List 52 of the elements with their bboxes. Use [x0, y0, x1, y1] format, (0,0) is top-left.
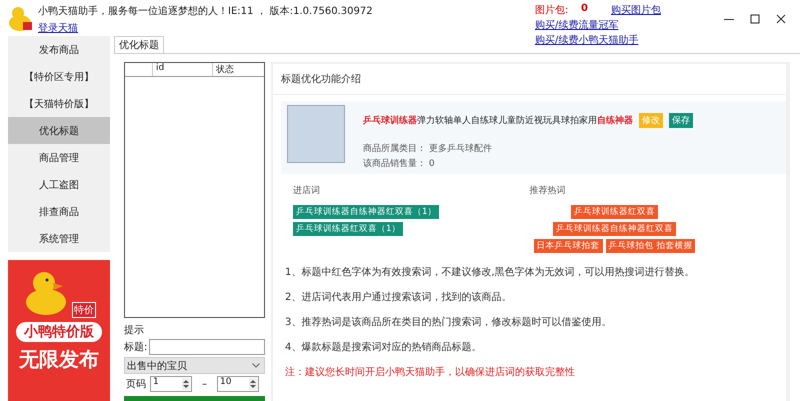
spinner-arrows-icon[interactable] — [182, 378, 190, 390]
product-sales: 该商品销售量： 0 — [363, 158, 436, 170]
sidebar-item[interactable]: 商品管理 — [8, 144, 110, 171]
status-dropdown[interactable]: 出售中的宝贝 — [124, 357, 265, 374]
product-title: 乒乓球训练器弹力软轴单人自练球儿童防近视玩具球拍家用自练神器 — [363, 114, 633, 127]
promo-banner[interactable]: 特价 小鸭特价版 无限发布 — [8, 260, 110, 401]
sidebar-item[interactable]: 人工盗图 — [8, 171, 110, 198]
picture-pack-count: 0 — [581, 3, 589, 16]
hot-words-heading: 推荐热词 — [530, 184, 566, 197]
title-input-field[interactable] — [149, 339, 265, 355]
intro-heading: 标题优化功能介绍 — [273, 64, 786, 95]
purchase-link[interactable]: 购买/续费小鸭天猫助手 — [535, 33, 638, 47]
note-text: 4、爆款标题是搜索词对应的热销商品标题。 — [285, 340, 482, 354]
close-icon[interactable] — [776, 14, 786, 24]
keyword-tag[interactable]: 乒乓球训练器自练神器红双喜（1） — [293, 205, 440, 219]
purchase-link[interactable]: 购买图片包 — [611, 3, 661, 17]
sidebar-item[interactable]: 排查商品 — [8, 198, 110, 225]
title-label: 标题: — [124, 340, 148, 354]
product-category: 商品所属类目： 更多乒乓球配件 — [363, 142, 493, 155]
spinner-arrows-icon[interactable] — [249, 378, 257, 390]
chevron-down-icon — [252, 363, 260, 368]
sidebar-item[interactable]: 【特价区专用】 — [8, 63, 110, 90]
banner-brand: 小鸭特价版 — [16, 322, 102, 342]
purchase-link[interactable]: 购买/续费流量冠军 — [535, 18, 618, 32]
product-photo-placeholder — [287, 105, 345, 163]
column-header[interactable]: id — [153, 63, 213, 76]
save-button[interactable]: 保存 — [669, 113, 693, 128]
note-text: 1、标题中红色字体为有效搜索词，不建议修改,黑色字体为无效词，可以用热搜词进行替换。 — [285, 266, 696, 279]
page-to-spinner[interactable]: 10 — [217, 376, 259, 392]
item-list[interactable]: id 状态 — [124, 62, 265, 318]
range-dash: – — [201, 378, 208, 390]
column-header[interactable]: 状态 — [213, 63, 264, 76]
note-text: 3、推荐热词是该商品所在类目的热门搜索词，修改标题时可以借鉴使用。 — [285, 316, 612, 329]
page-label: 页码 — [126, 378, 146, 391]
keyword-tag[interactable]: 乒乓球训练器红双喜（1） — [293, 222, 404, 236]
sidebar-item[interactable]: 优化标题 — [8, 117, 110, 144]
duck-logo-icon — [8, 4, 34, 32]
store-words-heading: 进店词 — [293, 184, 321, 197]
login-link[interactable]: 登录天猫 — [38, 21, 373, 35]
banner-badge: 特价 — [72, 302, 96, 318]
tab[interactable]: 优化标题 — [114, 36, 164, 53]
app-title: 小鸭天猫助手，服务每一位追逐梦想的人！IE:11 ， 版本:1.0.7560.30972 — [38, 4, 373, 18]
hint-label: 提示 — [124, 324, 145, 337]
picture-pack-label: 图片包: — [535, 4, 570, 17]
note-text: 2、进店词代表用户通过搜索该词，找到的该商品。 — [285, 290, 512, 304]
maximize-icon[interactable] — [750, 14, 760, 24]
note-text: 注：建议您长时间开启小鸭天猫助手，以确保进店词的获取完整性 — [285, 366, 576, 379]
sidebar-item[interactable]: 系统管理 — [8, 225, 110, 252]
sidebar-item[interactable]: 发布商品 — [8, 36, 110, 63]
page-from-spinner[interactable]: 1 — [150, 376, 192, 392]
sidebar-item[interactable]: 【天猫特价版】 — [8, 90, 110, 117]
banner-slogan: 无限发布 — [19, 346, 99, 373]
